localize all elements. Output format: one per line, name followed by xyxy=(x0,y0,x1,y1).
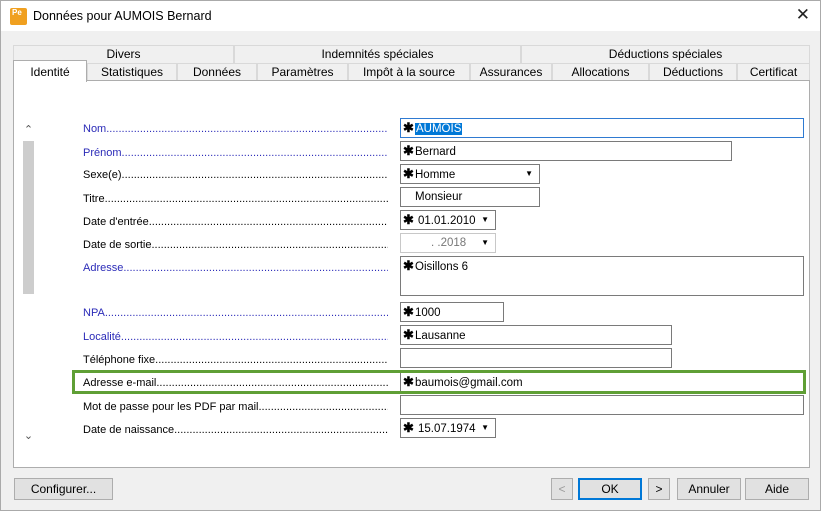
npa-field[interactable]: ✱1000 xyxy=(400,302,504,322)
label-npa: NPA.....................................… xyxy=(83,307,388,319)
date-entree-picker[interactable]: ✱ 01.01.2010 ▼ xyxy=(400,210,496,230)
required-icon: ✱ xyxy=(403,374,414,389)
title-bar: Pe Données pour AUMOIS Bernard ✕ xyxy=(1,1,820,31)
label-localite: Localité................................… xyxy=(83,331,388,343)
required-icon: ✱ xyxy=(403,212,414,227)
chevron-down-icon[interactable]: ▼ xyxy=(525,165,533,183)
label-date-entree: Date d'entrée...........................… xyxy=(83,216,388,228)
next-button[interactable]: > xyxy=(648,478,670,500)
localite-field[interactable]: ✱Lausanne xyxy=(400,325,672,345)
prenom-field[interactable]: ✱Bernard xyxy=(400,141,732,161)
ok-button[interactable]: OK xyxy=(578,478,642,500)
sexe-select[interactable]: ✱Homme ▼ xyxy=(400,164,540,184)
date-naissance-picker[interactable]: ✱ 15.07.1974 ▼ xyxy=(400,418,496,438)
vertical-scrollbar[interactable]: ⌃ ⌄ xyxy=(21,121,36,446)
nom-field[interactable]: ✱ AUMOIS xyxy=(400,118,804,138)
configurer-button[interactable]: Configurer... xyxy=(14,478,113,500)
tab-deductions[interactable]: Déductions xyxy=(649,63,737,81)
label-mot-de-passe: Mot de passe pour les PDF par mail......… xyxy=(83,401,388,413)
dialog-window: Pe Données pour AUMOIS Bernard ✕ Divers … xyxy=(0,0,821,511)
app-icon: Pe xyxy=(10,8,27,25)
label-titre: Titre...................................… xyxy=(83,193,388,205)
close-icon[interactable]: ✕ xyxy=(796,5,810,25)
annuler-button[interactable]: Annuler xyxy=(677,478,741,500)
scroll-down-icon[interactable]: ⌄ xyxy=(21,429,36,445)
label-nom: Nom.....................................… xyxy=(83,123,388,135)
required-icon: ✱ xyxy=(403,420,414,435)
tab-deductions-speciales[interactable]: Déductions spéciales xyxy=(521,45,810,63)
tab-certificat[interactable]: Certificat xyxy=(737,63,810,81)
required-icon: ✱ xyxy=(403,304,414,319)
required-icon: ✱ xyxy=(403,143,414,158)
email-field[interactable]: ✱baumois@gmail.com xyxy=(400,372,804,392)
tab-parametres[interactable]: Paramètres xyxy=(257,63,348,81)
chevron-down-icon[interactable]: ▼ xyxy=(481,234,489,252)
label-sexe: Sexe(e).................................… xyxy=(83,169,388,181)
label-date-naissance: Date de naissance.......................… xyxy=(83,424,388,436)
chevron-down-icon[interactable]: ▼ xyxy=(481,419,489,437)
required-icon: ✱ xyxy=(403,120,414,135)
date-sortie-picker[interactable]: . .2018 ▼ xyxy=(400,233,496,253)
aide-button[interactable]: Aide xyxy=(745,478,809,500)
label-prenom: Prénom..................................… xyxy=(83,147,388,159)
tab-assurances[interactable]: Assurances xyxy=(470,63,552,81)
scroll-thumb[interactable] xyxy=(23,141,34,294)
tab-identite[interactable]: Identité xyxy=(13,60,87,82)
chevron-down-icon[interactable]: ▼ xyxy=(481,211,489,229)
previous-button[interactable]: < xyxy=(551,478,573,500)
required-icon: ✱ xyxy=(403,166,414,181)
label-adresse: Adresse.................................… xyxy=(83,262,388,274)
tab-indemnites-speciales[interactable]: Indemnités spéciales xyxy=(234,45,521,63)
required-icon: ✱ xyxy=(403,327,414,342)
telephone-field[interactable] xyxy=(400,348,672,368)
label-email: Adresse e-mail..........................… xyxy=(83,377,388,389)
tab-allocations[interactable]: Allocations xyxy=(552,63,649,81)
tab-impot-source[interactable]: Impôt à la source xyxy=(348,63,470,81)
tab-row-bottom: Identité Statistiques Données Paramètres… xyxy=(13,60,810,82)
pdf-password-field[interactable] xyxy=(400,395,804,415)
label-date-sortie: Date de sortie..........................… xyxy=(83,239,388,251)
tab-row-top: Divers Indemnités spéciales Déductions s… xyxy=(13,45,810,63)
scroll-up-icon[interactable]: ⌃ xyxy=(21,123,36,139)
adresse-textarea[interactable]: ✱Oisillons 6 xyxy=(400,256,804,296)
tab-donnees[interactable]: Données xyxy=(177,63,257,81)
window-title: Données pour AUMOIS Bernard xyxy=(33,9,212,23)
required-icon: ✱ xyxy=(403,258,414,273)
titre-field[interactable]: Monsieur xyxy=(400,187,540,207)
label-telephone: Téléphone fixe..........................… xyxy=(83,354,388,366)
tab-statistiques[interactable]: Statistiques xyxy=(87,63,177,81)
